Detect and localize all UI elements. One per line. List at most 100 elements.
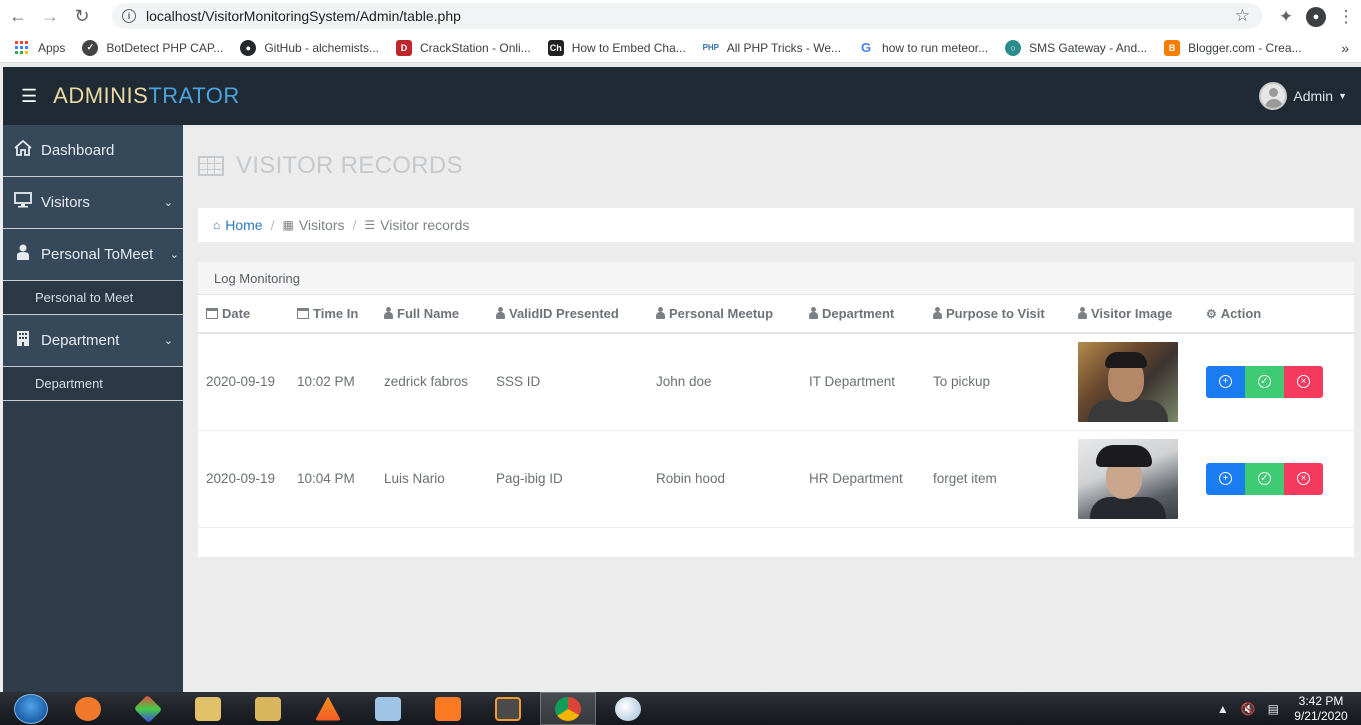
approve-button[interactable]: ✓ [1245,462,1284,495]
column-header-department[interactable]: Department [809,295,933,334]
log-monitoring-panel: Log Monitoring Date Time In Full Name Va… [198,262,1354,557]
bookmark-label: how to run meteor... [882,40,989,55]
browser-toolbar: ← → ↻ i localhost/VisitorMonitoringSyste… [0,0,1361,33]
view-button[interactable]: + [1206,462,1245,495]
taskbar-app-chrome-icon[interactable] [540,692,596,725]
sidebar-item-personal-tomeet[interactable]: Personal ToMeet ⌄ [3,229,183,281]
brand-text-part1: ADMINIS [53,83,149,108]
breadcrumb-label: Visitors [298,217,345,233]
user-icon [13,244,33,265]
visitor-photo[interactable] [1078,438,1178,519]
bookmark-label: Apps [38,40,66,55]
column-header-label: Department [822,306,895,321]
user-icon [1078,307,1087,319]
taskbar-app-git-icon[interactable] [120,692,176,725]
hamburger-menu-icon[interactable]: ☰ [21,86,37,107]
view-button[interactable]: + [1206,365,1245,398]
taskbar-app-folder-icon[interactable] [180,692,236,725]
bookmark-meteor[interactable]: G how to run meteor... [858,40,988,56]
plus-circle-icon: + [1219,375,1232,389]
cell-visitor-image [1078,430,1206,528]
cell-time-in: 10:04 PM [297,430,384,528]
breadcrumb-separator: / [270,217,275,233]
taskbar-app-notepad-icon[interactable] [360,692,416,725]
check-circle-icon: ✓ [1258,472,1271,485]
approve-button[interactable]: ✓ [1245,365,1284,398]
home-icon: ⌂ [213,218,221,232]
column-header-label: Purpose to Visit [946,306,1045,321]
taskbar-app-sublime-text-icon[interactable] [480,692,536,725]
bookmark-label: CrackStation - Onli... [420,40,531,55]
user-icon [496,307,505,319]
php-icon: PHP [702,43,720,52]
cell-personal-meetup: John doe [656,333,809,431]
windows-start-icon[interactable] [14,693,48,724]
bookmark-apps[interactable]: Apps [14,40,65,56]
bookmark-botdetect[interactable]: ✓ BotDetect PHP CAP... [82,39,223,56]
sidebar-subitem-department[interactable]: Department [3,367,183,401]
column-header-valid-id[interactable]: ValidID Presented [496,295,656,334]
reload-icon[interactable]: ↻ [68,3,96,31]
blogger-icon: B [1164,39,1181,56]
column-header-date[interactable]: Date [198,295,297,334]
taskbar-app-paint-icon[interactable] [600,692,656,725]
cell-department: HR Department [809,430,933,528]
clock[interactable]: 3:42 PM 9/21/2020 [1291,694,1351,724]
delete-button[interactable]: × [1284,462,1323,495]
network-icon[interactable]: ▤ [1268,702,1279,716]
back-icon[interactable]: ← [4,3,32,31]
column-header-time-in[interactable]: Time In [297,295,384,334]
plus-circle-icon: + [1219,472,1232,485]
menu-kebab-icon[interactable]: ⋮ [1331,2,1361,32]
taskbar-app-explorer-icon[interactable] [240,692,296,725]
address-bar[interactable]: i localhost/VisitorMonitoringSystem/Admi… [112,3,1262,29]
bookmark-php-tricks[interactable]: PHP All PHP Tricks - We... [703,40,841,56]
bookmarks-overflow-icon[interactable]: » [1341,40,1349,56]
calendar-icon [297,308,309,319]
bookmark-star-icon[interactable]: ☆ [1235,6,1250,26]
sidebar-subitem-personal-to-meet[interactable]: Personal to Meet [3,281,183,315]
taskbar-app-sublime-icon[interactable] [60,692,116,725]
action-button-group: + ✓ × [1206,462,1354,495]
taskbar-app-xampp-icon[interactable] [420,692,476,725]
info-icon[interactable]: i [122,9,136,23]
sidebar-item-label: Department [41,332,120,349]
table-header-row: Date Time In Full Name ValidID Presented… [198,295,1354,334]
column-header-full-name[interactable]: Full Name [384,295,496,334]
admin-dropdown[interactable]: Admin ▼ [1259,82,1347,110]
bookmark-label: All PHP Tricks - We... [726,40,842,55]
sidebar-item-dashboard[interactable]: Dashboard [3,125,183,177]
sidebar-item-department[interactable]: Department ⌄ [3,315,183,367]
forward-icon[interactable]: → [36,3,64,31]
extensions-icon[interactable]: ✦ [1271,2,1301,32]
gears-icon: ⚙ [1206,307,1217,321]
delete-button[interactable]: × [1284,365,1323,398]
building-icon [13,330,33,351]
visitor-records-table: Date Time In Full Name ValidID Presented… [198,295,1354,528]
user-icon [809,307,818,319]
bookmark-crackstation[interactable]: D CrackStation - Onli... [396,39,531,56]
cell-time-in: 10:02 PM [297,333,384,431]
taskbar-app-vlc-icon[interactable] [300,692,356,725]
breadcrumb-label: Home [225,217,263,233]
breadcrumb-home[interactable]: ⌂ Home [213,217,263,233]
bookmark-blogger[interactable]: B Blogger.com - Crea... [1164,39,1302,56]
column-header-label: ValidID Presented [509,306,619,321]
cell-date: 2020-09-19 [198,430,297,528]
visitor-photo[interactable] [1078,341,1178,422]
home-icon [13,139,33,161]
column-header-purpose[interactable]: Purpose to Visit [933,295,1078,334]
bookmark-github[interactable]: ● GitHub - alchemists... [240,39,379,56]
sidebar-item-visitors[interactable]: Visitors ⌄ [3,177,183,229]
speaker-muted-icon[interactable]: 🔇 [1241,702,1256,716]
bookmark-label: SMS Gateway - And... [1029,40,1148,55]
column-header-personal-meetup[interactable]: Personal Meetup [656,295,809,334]
profile-icon[interactable]: ● [1301,2,1331,32]
column-header-visitor-image[interactable]: Visitor Image [1078,295,1206,334]
bookmark-sms-gateway[interactable]: ○ SMS Gateway - And... [1005,39,1148,56]
page-title-text: VISITOR RECORDS [236,152,463,179]
cell-visitor-image [1078,333,1206,431]
tray-up-arrow-icon[interactable]: ▲ [1217,702,1229,716]
botdetect-icon: ✓ [82,39,99,56]
bookmark-embed-chart[interactable]: Ch How to Embed Cha... [547,39,686,56]
